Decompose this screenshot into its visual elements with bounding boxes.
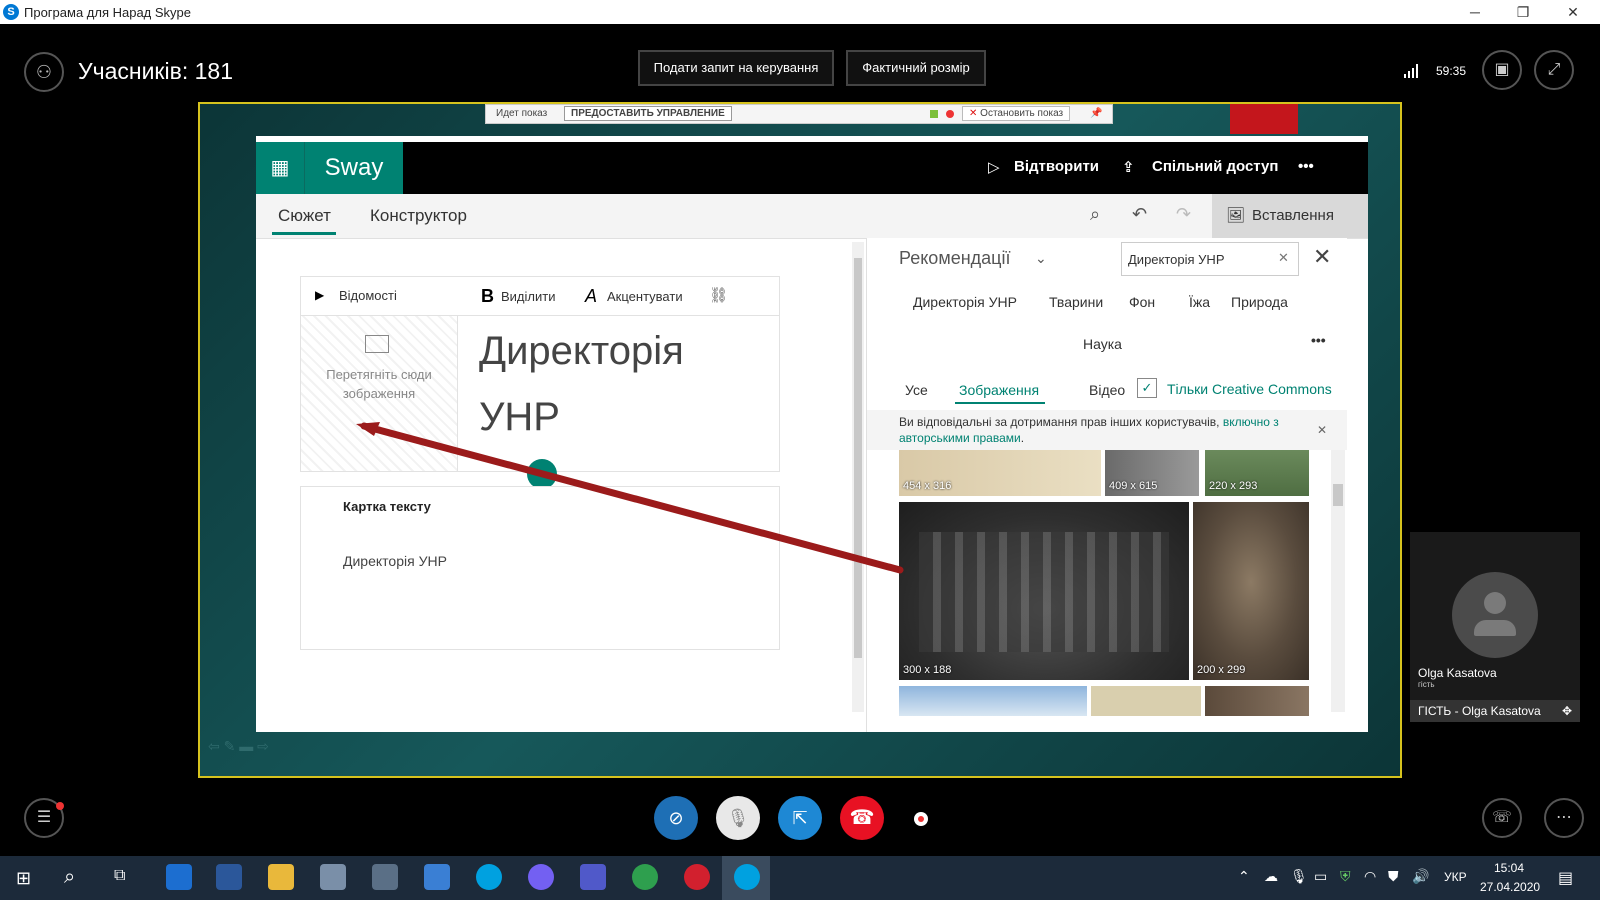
signal-strength-icon xyxy=(1404,64,1418,78)
stop-x-icon: ✕ xyxy=(969,108,981,119)
security-icon[interactable]: ⛨ xyxy=(1340,868,1351,885)
opera-icon[interactable] xyxy=(684,864,710,890)
drag-arrow-annotation xyxy=(356,422,904,574)
request-control-button[interactable]: Подати запит на керування xyxy=(638,50,834,86)
share-status: Идет показ xyxy=(496,108,548,119)
window-titlebar: S Програма для Нарад Skype ─ ❐ ✕ xyxy=(0,0,1600,24)
microphone-icon[interactable]: 🎙 xyxy=(1290,868,1308,885)
tile-label-bar: ГІСТЬ - Olga Kasatova ✥ xyxy=(1410,700,1580,722)
move-tile-icon[interactable]: ✥ xyxy=(1562,700,1572,722)
end-call-icon[interactable]: ☎ xyxy=(840,796,884,840)
restore-button[interactable]: ❐ xyxy=(1500,0,1546,24)
give-control-button[interactable]: ПРЕДОСТАВИТЬ УПРАВЛЕНИЕ xyxy=(564,106,732,121)
skype-meetings-icon xyxy=(734,864,760,890)
skype-logo-icon: S xyxy=(3,4,19,20)
participant-tile[interactable]: Olga Kasatova гість ГІСТЬ - Olga Kasatov… xyxy=(1410,532,1580,722)
tray-chevron-icon[interactable]: ⌃ xyxy=(1238,868,1250,885)
network-icon[interactable]: ◠ xyxy=(1364,868,1376,885)
close-button[interactable]: ✕ xyxy=(1550,0,1596,24)
app-icon[interactable] xyxy=(320,864,346,890)
fullscreen-icon[interactable]: ⤢ xyxy=(1534,50,1574,90)
shared-screen: Идет показ ПРЕДОСТАВИТЬ УПРАВЛЕНИЕ ✕ Ост… xyxy=(198,102,1402,778)
share-screen-icon[interactable]: ⇱ xyxy=(778,796,822,840)
windows-taskbar: ⊞ ⌕ ⧉ ⌃ ☁ 🎙 ▭ ⛨ ◠ ⛊ 🔊 УКР 15:04 27.04.20… xyxy=(0,856,1600,900)
tile-name: Olga Kasatova xyxy=(1418,666,1497,680)
defender-icon[interactable]: ⛊ xyxy=(1388,868,1399,885)
mic-off-icon[interactable]: 🎙 xyxy=(716,796,760,840)
tile-label: ГІСТЬ - Olga Kasatova xyxy=(1418,704,1541,718)
active-app-highlight[interactable] xyxy=(722,856,770,900)
skype-icon[interactable] xyxy=(476,864,502,890)
onedrive-icon[interactable]: ☁ xyxy=(1264,868,1278,885)
phone-dialpad-icon[interactable]: ☏ xyxy=(1482,798,1522,838)
actual-size-button[interactable]: Фактичний розмір xyxy=(846,50,986,86)
more-actions-icon[interactable]: ⋯ xyxy=(1544,798,1584,838)
stop-share-label: Остановить показ xyxy=(980,108,1064,119)
viber-icon[interactable] xyxy=(528,864,554,890)
tile-role: гість xyxy=(1418,680,1435,689)
participants-icon[interactable]: ⚇ xyxy=(24,52,64,92)
search-icon[interactable]: ⌕ xyxy=(64,866,75,889)
sway-window: ▦ Sway ▷ Відтворити ⇪ Спільний доступ ••… xyxy=(256,136,1368,732)
window-title: Програма для Нарад Skype xyxy=(24,5,192,20)
notifications-icon[interactable]: ▤ xyxy=(1558,868,1573,888)
input-language[interactable]: УКР xyxy=(1444,870,1467,884)
stop-share-button[interactable]: ✕ Остановить показ xyxy=(962,106,1071,121)
mail-icon[interactable] xyxy=(424,864,450,890)
word-icon[interactable] xyxy=(216,864,242,890)
clock-time[interactable]: 15:04 xyxy=(1494,861,1524,875)
share-status-icon xyxy=(930,110,938,118)
pin-icon[interactable]: 📌 xyxy=(1090,108,1102,119)
volume-icon[interactable]: 🔊 xyxy=(1412,868,1429,885)
teams-icon[interactable] xyxy=(580,864,606,890)
chat-notification-dot xyxy=(56,802,64,810)
participants-count: Учасників: 181 xyxy=(78,58,233,84)
sway-footer-icons: ⇦ ✎ ▬ ⇨ xyxy=(208,738,269,754)
layout-toggle-icon[interactable]: ▣ xyxy=(1482,50,1522,90)
record-icon[interactable] xyxy=(914,812,928,826)
red-overlay-block xyxy=(1230,104,1298,134)
minimize-button[interactable]: ─ xyxy=(1452,0,1498,24)
start-icon[interactable]: ⊞ xyxy=(16,868,31,889)
record-dot-icon xyxy=(946,110,954,118)
clock-date[interactable]: 27.04.2020 xyxy=(1480,880,1540,894)
edge-icon[interactable] xyxy=(166,864,192,890)
avatar-icon xyxy=(1452,572,1538,658)
store-icon[interactable] xyxy=(372,864,398,890)
screen-share-bar: Идет показ ПРЕДОСТАВИТЬ УПРАВЛЕНИЕ ✕ Ост… xyxy=(485,104,1113,124)
call-timer: 59:35 xyxy=(1436,64,1467,78)
camera-off-icon[interactable]: ⊘ xyxy=(654,796,698,840)
battery-icon[interactable]: ▭ xyxy=(1314,868,1327,885)
task-view-icon[interactable]: ⧉ xyxy=(114,867,125,885)
chrome-icon[interactable] xyxy=(632,864,658,890)
file-explorer-icon[interactable] xyxy=(268,864,294,890)
